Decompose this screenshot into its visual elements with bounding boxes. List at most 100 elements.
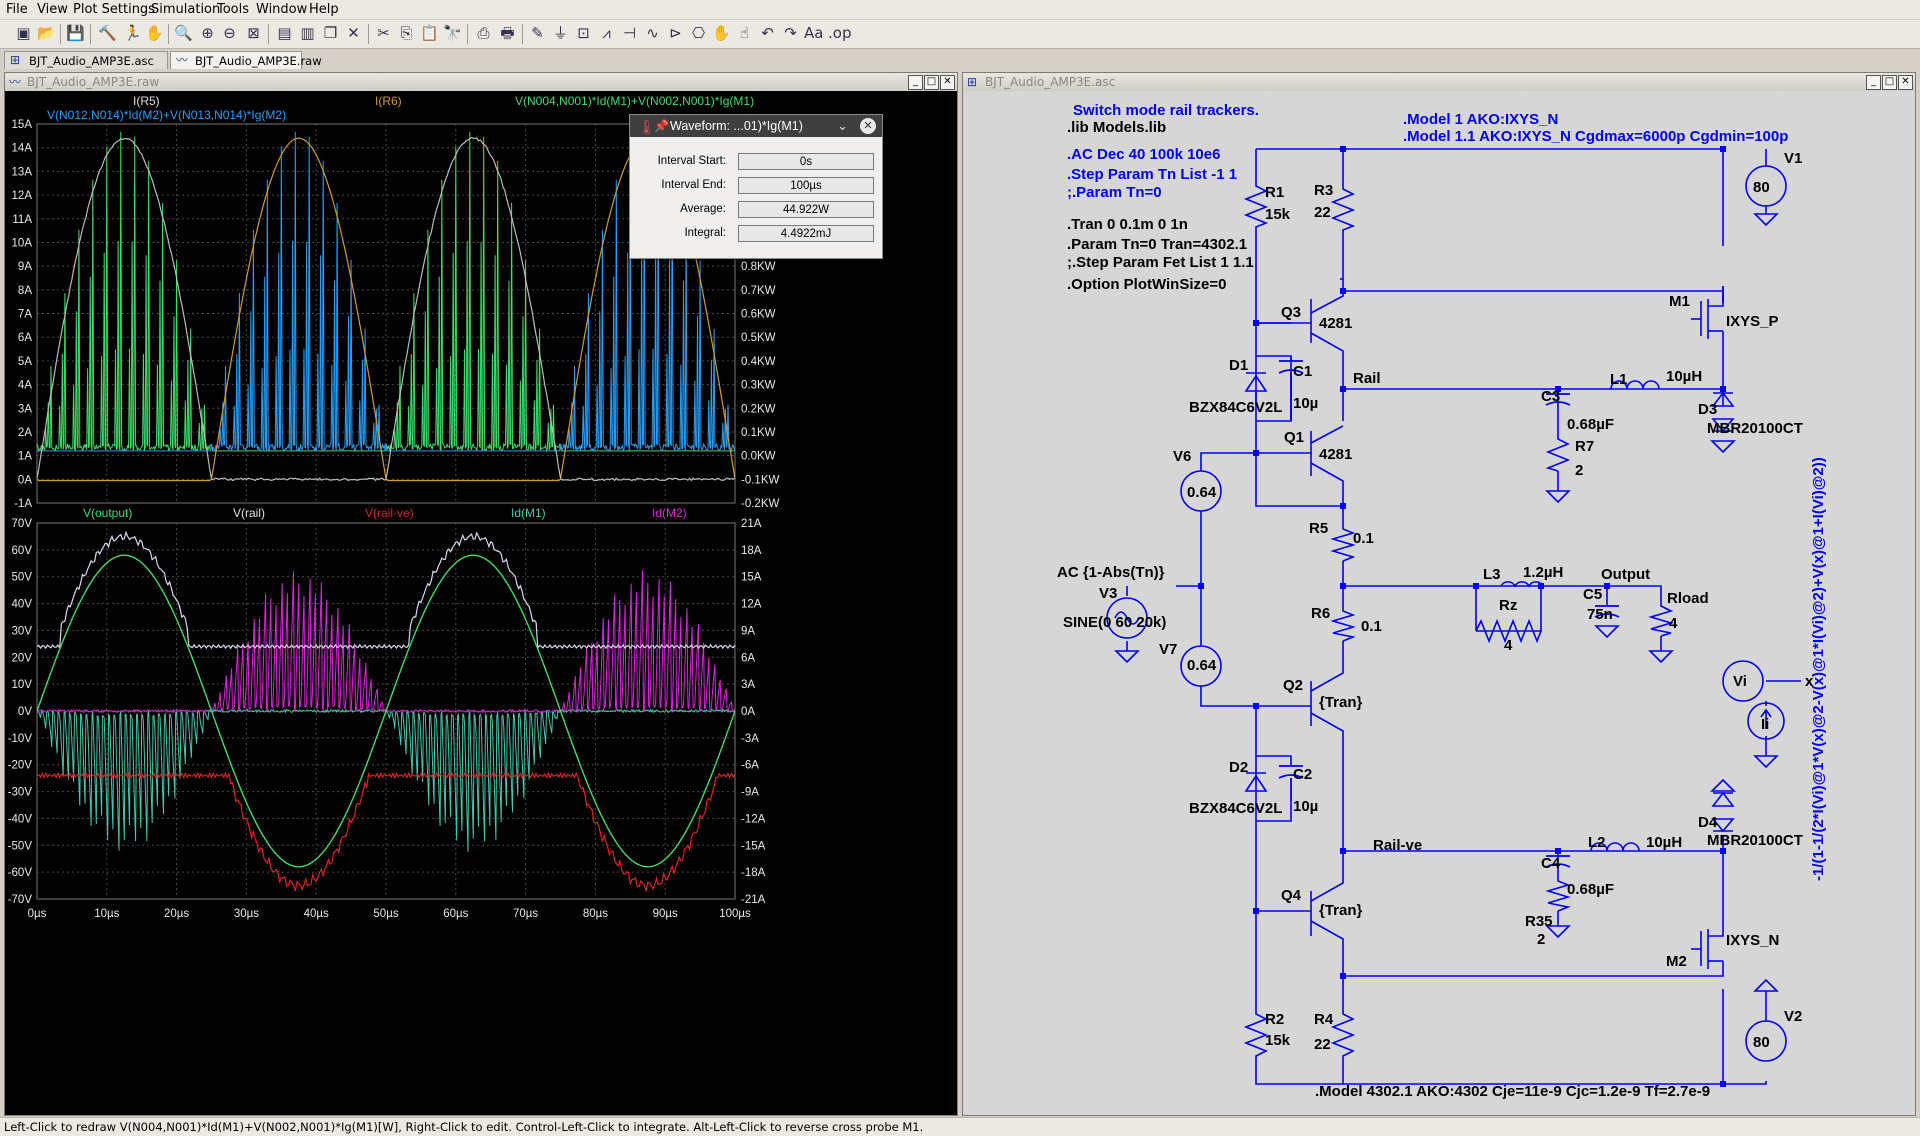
resistor-icon[interactable]: ⩘ [597, 24, 616, 43]
C1-label: C1 [1293, 363, 1312, 380]
interval-end-field[interactable]: 100µs [738, 177, 874, 194]
close-button[interactable]: ✕ [940, 75, 955, 90]
tab-raw[interactable]: 〰 BJT_Audio_AMP3E.raw [170, 51, 302, 69]
y-tick-label: 70V [12, 518, 33, 530]
tile-vertical-icon[interactable]: ▥ [298, 24, 317, 43]
control-panel-icon[interactable]: 🔨 [98, 24, 117, 43]
drag-icon[interactable]: ☝ [735, 24, 754, 43]
legend-entry: V(rail-ve) [365, 506, 414, 520]
Ii-label: Ii [1761, 716, 1769, 733]
D2-value: BZX84C6V2L [1189, 800, 1282, 817]
zoom-out-icon[interactable]: ⊖ [220, 24, 239, 43]
open-icon[interactable]: 📂 [37, 24, 56, 43]
print-icon[interactable]: 🖶 [498, 24, 517, 43]
R4-label: R4 [1314, 1011, 1334, 1028]
L3-value: 1.2µH [1523, 564, 1563, 581]
copy-icon[interactable]: ⎘ [397, 24, 416, 43]
y-tick-label: 0A [18, 474, 32, 486]
V7-label: V7 [1159, 641, 1177, 658]
print-setup-icon[interactable]: ⎙ [474, 24, 493, 43]
directive-text: .Param Tn=0 Tran=4302.1 [1067, 236, 1247, 253]
run-icon[interactable]: 🏃 [123, 24, 142, 43]
text-icon[interactable]: Aa [804, 24, 823, 43]
y-tick-label: -10V [8, 733, 33, 745]
save-icon[interactable]: 💾 [66, 24, 85, 43]
C5-value: 75n [1587, 606, 1613, 623]
average-field[interactable]: 44.922W [738, 201, 874, 218]
interval-end-label: Interval End: [630, 179, 726, 191]
C2-label: C2 [1293, 766, 1312, 783]
zoom-in-icon[interactable]: 🔍 [174, 24, 193, 43]
schematic-window-title: BJT_Audio_AMP3E.asc [985, 75, 1115, 89]
maximize-button[interactable]: □ [924, 75, 939, 90]
close-icon[interactable]: ✕ [860, 118, 876, 134]
y-tick-label: 60V [12, 545, 33, 557]
menu-simulation[interactable]: Simulation [151, 2, 220, 17]
y-tick-label-right: -6A [741, 760, 759, 772]
tab-schematic-label: BJT_Audio_AMP3E.asc [29, 54, 154, 68]
menu-help[interactable]: Help [309, 2, 339, 17]
undo-icon[interactable]: ↶ [758, 24, 777, 43]
integral-label: Integral: [630, 227, 726, 239]
minimize-button[interactable]: _ [1866, 75, 1881, 90]
menu-view[interactable]: View [37, 2, 68, 17]
V3-value: SINE(0 60 20k) [1063, 614, 1166, 631]
redo-icon[interactable]: ↷ [781, 24, 800, 43]
dialog-titlebar[interactable]: 🌡 📌 Waveform: ...01)*Ig(M1) ⌄ ✕ [630, 115, 882, 137]
move-icon[interactable]: ✋ [712, 24, 731, 43]
paste-icon[interactable]: 📋 [420, 24, 439, 43]
menu-plot-settings[interactable]: Plot Settings [73, 2, 155, 17]
R35-label: R35 [1525, 913, 1553, 930]
capacitor-icon[interactable]: ⊣ [620, 24, 639, 43]
y-tick-label-right: -21A [741, 894, 766, 906]
interval-start-field[interactable]: 0s [738, 153, 874, 170]
y-tick-label-right: 0.1KW [741, 427, 776, 439]
y-tick-label-right: -0.1KW [741, 474, 779, 486]
Q2-value: {Tran} [1319, 694, 1363, 711]
label-net-icon[interactable]: ⊡ [574, 24, 593, 43]
chevron-down-icon[interactable]: ⌄ [837, 115, 848, 137]
component-icon[interactable]: ⎔ [689, 24, 708, 43]
close-button[interactable]: ✕ [1898, 75, 1913, 90]
cascade-icon[interactable]: ❐ [321, 24, 340, 43]
x-tick-label: 60µs [443, 908, 468, 920]
y-tick-label: -40V [8, 813, 33, 825]
tile-horizontal-icon[interactable]: ▤ [275, 24, 294, 43]
inductor-icon[interactable]: ∿ [643, 24, 662, 43]
tab-schematic[interactable]: ⊞ BJT_Audio_AMP3E.asc [4, 51, 168, 69]
halt-icon[interactable]: ✋ [145, 24, 164, 43]
Rail-ve-net-label: Rail-ve [1373, 837, 1422, 854]
R2-label: R2 [1265, 1011, 1284, 1028]
menu-window[interactable]: Window [256, 2, 307, 17]
new-schematic-icon[interactable]: ▣ [14, 24, 33, 43]
x-tick-label: 20µs [164, 908, 189, 920]
R7-label: R7 [1575, 438, 1594, 455]
x-tick-label: 90µs [653, 908, 678, 920]
menu-tools[interactable]: Tools [217, 2, 249, 17]
menu-file[interactable]: File [6, 2, 28, 17]
C4-value: 0.68µF [1567, 881, 1614, 898]
maximize-button[interactable]: □ [1882, 75, 1897, 90]
L1-label: L1 [1610, 371, 1628, 388]
find-icon[interactable]: 🔭 [443, 24, 462, 43]
draw-wire-icon[interactable]: ✎ [528, 24, 547, 43]
integral-field[interactable]: 4.4922mJ [738, 225, 874, 242]
zoom-fit-icon[interactable]: ⊠ [244, 24, 263, 43]
ground-icon[interactable]: ⏚ [551, 24, 570, 43]
L3-label: L3 [1483, 566, 1501, 583]
schematic-window-titlebar[interactable]: ⊞ BJT_Audio_AMP3E.asc _ □ ✕ [963, 73, 1915, 91]
spice-directive-icon[interactable]: .op [828, 24, 847, 43]
waveform-window-titlebar[interactable]: 〰 BJT_Audio_AMP3E.raw _ □ ✕ [5, 73, 957, 91]
y-tick-label: 10V [12, 679, 33, 691]
close-all-icon[interactable]: ✕ [344, 24, 363, 43]
diode-icon[interactable]: ⊳ [666, 24, 685, 43]
minimize-button[interactable]: _ [908, 75, 923, 90]
pin-icon[interactable]: 📌 [654, 115, 669, 137]
directive-text: .AC Dec 40 100k 10e6 [1067, 146, 1220, 163]
pan-icon[interactable]: ⊕ [198, 24, 217, 43]
D1-value: BZX84C6V2L [1189, 399, 1282, 416]
y-tick-label: 1A [18, 451, 32, 463]
schematic-canvas[interactable]: Switch mode rail trackers. .lib Models.l… [963, 91, 1915, 1115]
cut-icon[interactable]: ✂ [374, 24, 393, 43]
x-tick-label: 40µs [304, 908, 329, 920]
